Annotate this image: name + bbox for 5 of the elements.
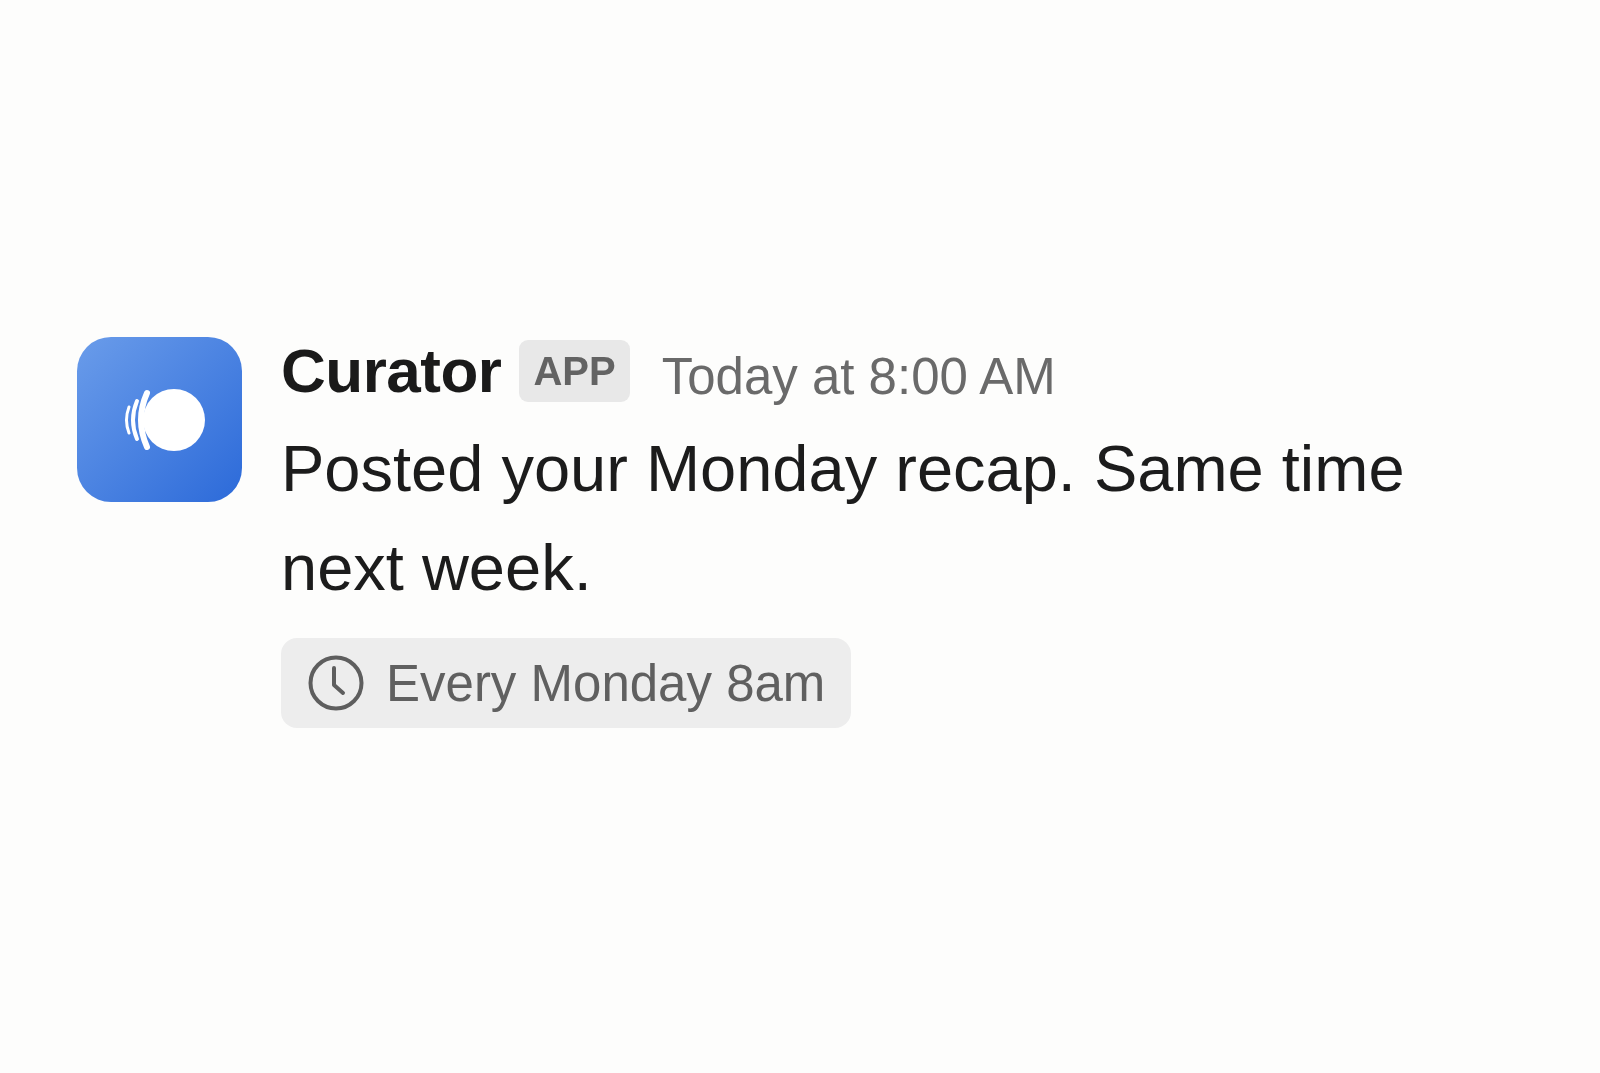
sender-name: Curator bbox=[281, 340, 502, 402]
clock-icon bbox=[308, 655, 364, 711]
app-avatar-icon bbox=[77, 337, 242, 502]
app-badge: APP bbox=[519, 340, 630, 402]
message-text: Posted your Monday recap. Same time next week. bbox=[281, 431, 1406, 606]
